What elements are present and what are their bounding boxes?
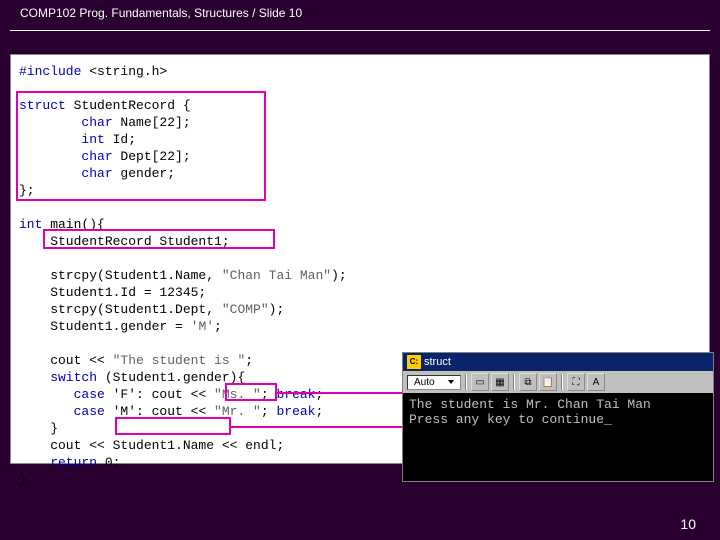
toolbar-button-2[interactable]: ▦ [491,373,509,391]
output-window: C: struct Auto ▭ ▦ ⧉ 📋 ⛶ A The student i… [402,352,714,482]
console-line-1: The student is Mr. Chan Tai Man [409,397,651,412]
console-line-2: Press any key to continue_ [409,412,612,427]
kw-include: #include [19,64,81,79]
toolbar-button-props[interactable]: A [587,373,605,391]
page-number: 10 [680,516,696,532]
slide-title: COMP102 Prog. Fundamentals, Structures /… [20,6,302,20]
highlight-student1-name [115,417,231,435]
highlight-student1-decl [43,229,275,249]
output-toolbar: Auto ▭ ▦ ⧉ 📋 ⛶ A [403,371,713,393]
highlight-mr-literal [225,383,277,401]
highlight-line-1 [277,392,403,394]
auto-dropdown[interactable]: Auto [407,375,461,390]
auto-label: Auto [414,377,435,388]
chevron-down-icon [448,380,454,384]
ms-dos-icon: C: [407,355,421,369]
highlight-struct-block [16,91,266,201]
output-titlebar[interactable]: C: struct [403,353,713,371]
toolbar-separator [561,374,563,390]
output-console: The student is Mr. Chan Tai Man Press an… [403,393,713,431]
toolbar-button-fullscreen[interactable]: ⛶ [567,373,585,391]
toolbar-button-copy[interactable]: ⧉ [519,373,537,391]
highlight-line-2 [231,426,403,428]
toolbar-button-paste[interactable]: 📋 [539,373,557,391]
toolbar-button-1[interactable]: ▭ [471,373,489,391]
toolbar-separator [465,374,467,390]
output-window-title: struct [424,356,451,368]
toolbar-separator [513,374,515,390]
slide-header: COMP102 Prog. Fundamentals, Structures /… [10,0,710,31]
